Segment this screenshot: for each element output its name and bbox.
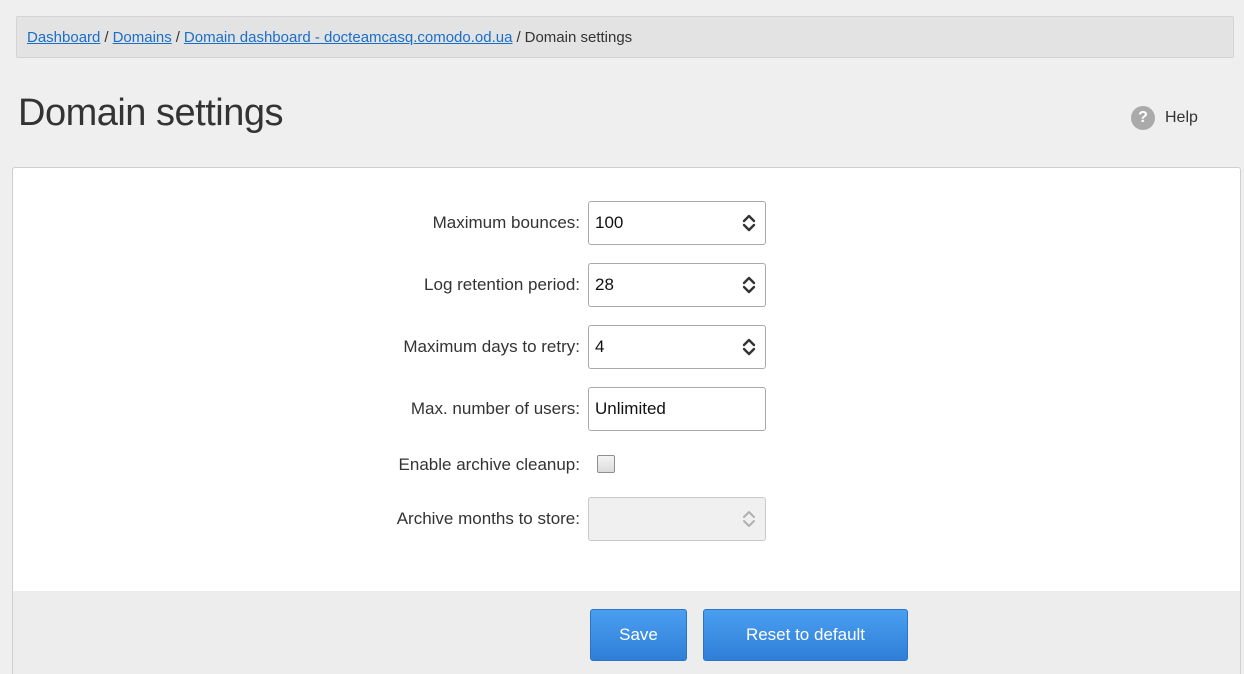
archive-cleanup-checkbox[interactable] [597, 455, 615, 473]
archive-months-label: Archive months to store: [396, 509, 580, 528]
max-bounces-stepper[interactable] [588, 201, 766, 245]
max-days-retry-row: Maximum days to retry: [13, 325, 1240, 369]
archive-cleanup-row: Enable archive cleanup: [13, 443, 1240, 487]
chevron-up-icon[interactable] [742, 275, 756, 285]
save-button[interactable]: Save [590, 609, 687, 661]
log-retention-input[interactable] [589, 264, 739, 306]
log-retention-label: Log retention period: [424, 275, 580, 294]
archive-months-spinner [739, 498, 759, 540]
question-circle-icon: ? [1131, 106, 1155, 130]
reset-to-default-button[interactable]: Reset to default [703, 609, 908, 661]
chevron-down-icon[interactable] [742, 285, 756, 295]
breadcrumb-separator: / [104, 28, 109, 46]
max-days-retry-stepper[interactable] [588, 325, 766, 369]
breadcrumb-current: Domain settings [524, 28, 633, 46]
settings-panel: Maximum bounces: Log retention period: M… [12, 167, 1241, 674]
max-days-retry-spinner [739, 326, 759, 368]
max-users-label: Max. number of users: [410, 399, 580, 418]
max-users-input[interactable] [589, 388, 765, 430]
archive-months-input [589, 498, 739, 540]
log-retention-row: Log retention period: [13, 263, 1240, 307]
breadcrumb-domain-dashboard-link[interactable]: Domain dashboard - docteamcasq.comodo.od… [184, 29, 513, 46]
max-bounces-label: Maximum bounces: [432, 213, 580, 232]
max-users-row: Max. number of users: [13, 387, 1240, 431]
chevron-down-icon[interactable] [742, 347, 756, 357]
max-days-retry-label: Maximum days to retry: [403, 337, 580, 356]
chevron-up-icon[interactable] [742, 337, 756, 347]
max-users-field[interactable] [588, 387, 766, 431]
chevron-up-icon[interactable] [742, 213, 756, 223]
archive-cleanup-label: Enable archive cleanup: [398, 455, 580, 474]
max-bounces-spinner [739, 202, 759, 244]
breadcrumb-separator: / [516, 28, 521, 46]
chevron-down-icon[interactable] [742, 223, 756, 233]
max-bounces-row: Maximum bounces: [13, 201, 1240, 245]
log-retention-stepper[interactable] [588, 263, 766, 307]
chevron-down-icon [742, 520, 755, 527]
chevron-up-icon [742, 511, 755, 518]
max-days-retry-input[interactable] [589, 326, 739, 368]
breadcrumb: Dashboard / Domains / Domain dashboard -… [16, 16, 1234, 58]
page-title: Domain settings [18, 92, 283, 134]
help-label: Help [1165, 109, 1198, 126]
archive-months-row: Archive months to store: [13, 497, 1240, 541]
archive-months-stepper [588, 497, 766, 541]
breadcrumb-separator: / [175, 28, 180, 46]
help-link[interactable]: ? Help [1131, 106, 1198, 130]
log-retention-spinner [739, 264, 759, 306]
breadcrumb-domains-link[interactable]: Domains [113, 29, 172, 46]
max-bounces-input[interactable] [589, 202, 739, 244]
breadcrumb-dashboard-link[interactable]: Dashboard [27, 29, 100, 46]
